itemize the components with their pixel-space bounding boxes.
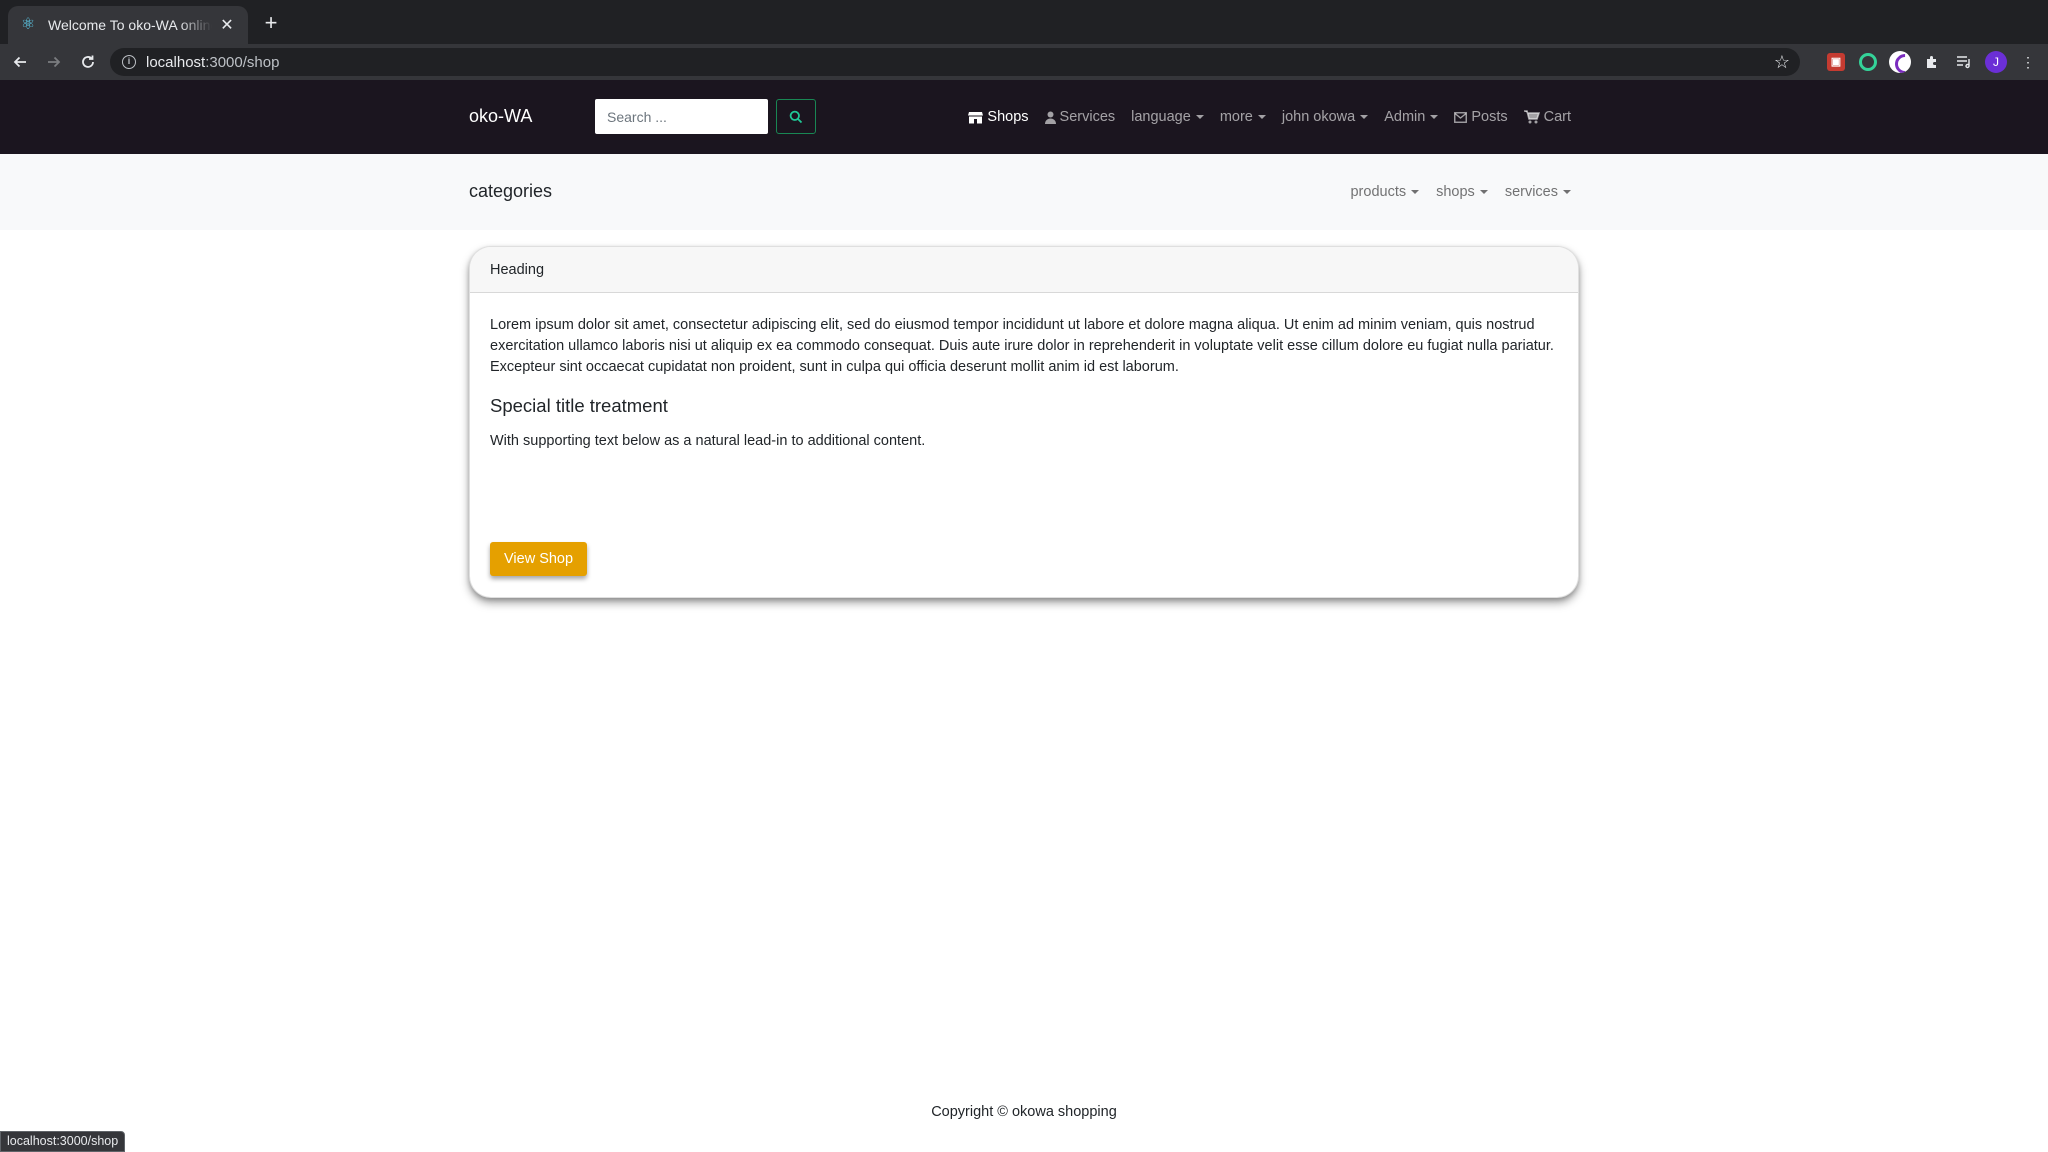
shop-card: Heading Lorem ipsum dolor sit amet, cons… bbox=[469, 246, 1579, 598]
browser-tab[interactable]: ⚛ Welcome To oko-WA online Store ✕ bbox=[8, 6, 248, 44]
caret-down-icon bbox=[1257, 115, 1266, 119]
brand-logo[interactable]: oko-WA bbox=[469, 106, 532, 127]
nav-user-dropdown[interactable]: john okowa bbox=[1281, 109, 1369, 125]
kebab-menu-icon[interactable]: ⋮ bbox=[2016, 50, 2040, 74]
browser-tabstrip: ⚛ Welcome To oko-WA online Store ✕ + bbox=[0, 0, 2048, 44]
nav-language-label: language bbox=[1131, 109, 1191, 125]
new-tab-button[interactable]: + bbox=[258, 10, 284, 36]
browser-toolbar: i localhost:3000/shop ☆ ▣ J ⋮ bbox=[0, 44, 2048, 80]
puzzle-extensions-icon[interactable] bbox=[1920, 50, 1944, 74]
category-products-label: products bbox=[1350, 184, 1407, 200]
nav-more-dropdown[interactable]: more bbox=[1220, 109, 1266, 125]
avatar-letter: J bbox=[1985, 51, 2007, 73]
nav-admin-dropdown[interactable]: Admin bbox=[1384, 109, 1439, 125]
tab-close-icon[interactable]: ✕ bbox=[218, 15, 236, 35]
category-shops-dropdown[interactable]: shops bbox=[1436, 184, 1488, 200]
address-bar[interactable]: i localhost:3000/shop ☆ bbox=[110, 48, 1800, 76]
caret-down-icon bbox=[1563, 190, 1571, 194]
star-icon[interactable]: ☆ bbox=[1774, 52, 1790, 73]
media-queue-icon[interactable] bbox=[1952, 50, 1976, 74]
categories-links: products shops services bbox=[1333, 154, 1571, 230]
view-shop-button[interactable]: View Shop bbox=[490, 542, 588, 576]
search-input[interactable] bbox=[595, 99, 768, 134]
green-ring-extension-icon[interactable] bbox=[1856, 50, 1880, 74]
caret-down-icon bbox=[1195, 115, 1204, 119]
back-arrow-icon[interactable] bbox=[6, 48, 34, 76]
nav-posts-label: Posts bbox=[1471, 109, 1508, 125]
nav-posts[interactable]: Posts bbox=[1454, 109, 1508, 125]
url-text: localhost:3000/shop bbox=[146, 54, 279, 71]
card-header: Heading bbox=[470, 247, 1578, 293]
react-favicon-icon: ⚛ bbox=[20, 16, 36, 33]
nav-user-label: john okowa bbox=[1281, 109, 1356, 125]
nav-services[interactable]: Services bbox=[1044, 109, 1116, 125]
envelope-icon bbox=[1454, 111, 1468, 123]
nav-links: Shops Services language more john okowa … bbox=[952, 80, 1571, 154]
red-extension-icon[interactable]: ▣ bbox=[1824, 50, 1848, 74]
search-button[interactable] bbox=[776, 99, 816, 134]
profile-avatar[interactable]: J bbox=[1984, 50, 2008, 74]
category-products-dropdown[interactable]: products bbox=[1350, 184, 1420, 200]
nav-language-dropdown[interactable]: language bbox=[1131, 109, 1204, 125]
categories-title[interactable]: categories bbox=[469, 181, 552, 202]
caret-down-icon bbox=[1360, 115, 1369, 119]
caret-down-icon bbox=[1411, 190, 1420, 194]
nav-cart[interactable]: Cart bbox=[1523, 109, 1571, 125]
card-description: Lorem ipsum dolor sit amet, consectetur … bbox=[490, 317, 1554, 375]
status-url-bubble: localhost:3000/shop bbox=[0, 1131, 126, 1152]
footer-copyright: Copyright © okowa shopping bbox=[931, 1104, 1117, 1120]
cart-icon bbox=[1523, 110, 1540, 124]
caret-down-icon bbox=[1479, 190, 1488, 194]
caret-down-icon bbox=[1430, 115, 1439, 119]
search-icon bbox=[789, 110, 803, 123]
card-title: Special title treatment bbox=[490, 395, 668, 416]
store-icon bbox=[968, 111, 984, 123]
category-shops-label: shops bbox=[1436, 184, 1475, 200]
category-services-label: services bbox=[1504, 184, 1558, 200]
site-navbar: oko-WA Shops Services language more john… bbox=[0, 80, 2048, 154]
info-icon[interactable]: i bbox=[122, 55, 136, 69]
nav-cart-label: Cart bbox=[1543, 109, 1571, 125]
url-path: :3000/shop bbox=[205, 53, 280, 71]
nav-shops[interactable]: Shops bbox=[968, 109, 1029, 125]
nav-shops-label: Shops bbox=[987, 109, 1029, 125]
tab-title: Welcome To oko-WA online Store bbox=[48, 17, 212, 33]
category-services-dropdown[interactable]: services bbox=[1505, 184, 1571, 200]
reload-icon[interactable] bbox=[74, 48, 102, 76]
moon-extension-icon[interactable] bbox=[1888, 50, 1912, 74]
forward-arrow-icon[interactable] bbox=[40, 48, 68, 76]
nav-services-label: Services bbox=[1059, 109, 1116, 125]
url-host: localhost bbox=[146, 53, 206, 71]
user-icon bbox=[1044, 111, 1056, 124]
extension-icons: ▣ J ⋮ bbox=[1824, 44, 2040, 80]
nav-admin-label: Admin bbox=[1384, 109, 1426, 125]
card-body: Lorem ipsum dolor sit amet, consectetur … bbox=[470, 293, 1578, 452]
categories-bar: categories products shops services bbox=[0, 154, 2048, 230]
nav-more-label: more bbox=[1219, 109, 1253, 125]
card-subtext: With supporting text below as a natural … bbox=[490, 433, 926, 449]
